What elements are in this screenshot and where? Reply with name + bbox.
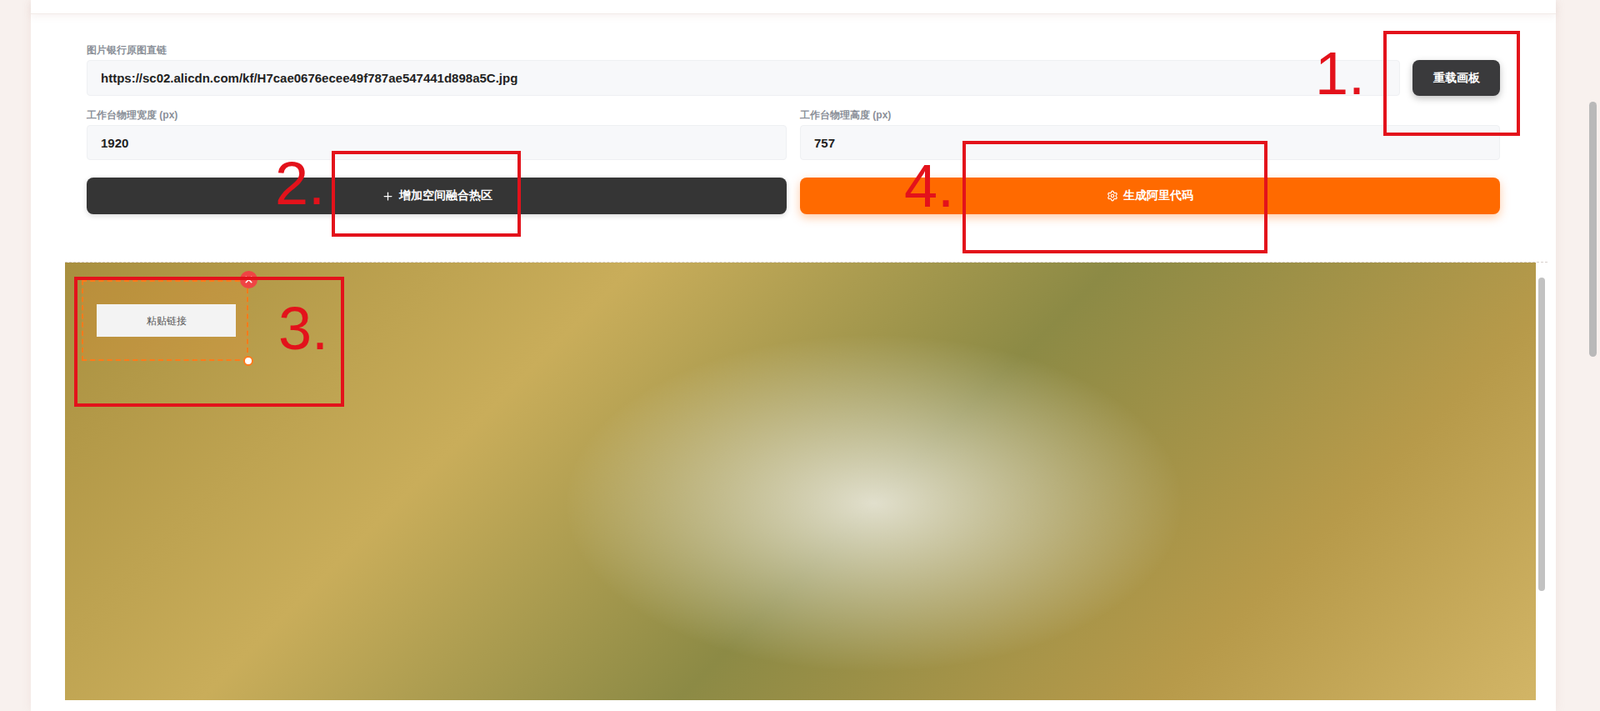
field-label: 工作台物理宽度 (px) [86,109,787,121]
annotation-box [962,140,1268,254]
canvas-scroll-thumb[interactable] [1538,277,1545,591]
hotspot[interactable] [81,280,249,361]
gear-icon [1106,190,1119,202]
annotation-label: 1. [1315,43,1365,104]
annotation-label: 3. [278,298,329,359]
page: 图片银行原图直链重载画板工作台物理宽度 (px) 工作台物理高度 (px) 增加空间… [0,0,1600,711]
reload-button[interactable]: 重载画板 [1412,60,1500,96]
page-scroll-thumb[interactable] [1589,101,1597,357]
close-icon [243,274,255,285]
top-card-edge [30,0,1556,15]
annotation-label: 4. [904,155,955,216]
resize-handle[interactable] [243,355,254,366]
dimension-input[interactable] [86,125,787,160]
hotspot-link-input[interactable] [96,304,236,337]
dimension-field: 工作台物理高度 (px) [800,109,1500,160]
annotation-label: 2. [275,153,325,214]
source-image-input[interactable] [86,60,1400,96]
editor-content: 图片银行原图直链重载画板工作台物理宽度 (px) 工作台物理高度 (px) 增加空间… [30,14,1556,700]
annotation-box [331,150,521,237]
dimension-field: 工作台物理宽度 (px) [86,109,787,160]
source-image-field: 图片银行原图直链 [86,44,1400,96]
annotation-box [1383,30,1520,136]
plus-icon [381,190,395,203]
canvas-scrollbar[interactable] [1535,262,1548,700]
add-hotspot-button[interactable]: 增加空间融合热区 [86,177,787,215]
dimension-input[interactable] [800,125,1500,160]
editor-panel: 图片银行原图直链重载画板工作台物理宽度 (px) 工作台物理高度 (px) 增加空间… [30,0,1556,711]
field-label: 工作台物理高度 (px) [800,109,1500,121]
hotspot-close-button[interactable] [240,270,258,289]
field-label: 图片银行原图直链 [86,44,1400,56]
